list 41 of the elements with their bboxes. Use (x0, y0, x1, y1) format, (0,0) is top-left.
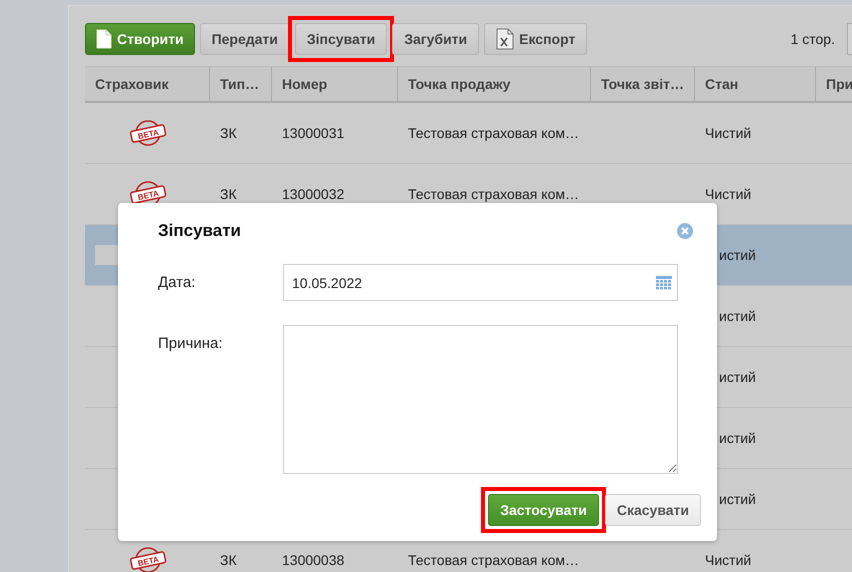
calendar-icon[interactable] (656, 276, 672, 290)
document-icon (96, 29, 112, 49)
field-label: Причина: (158, 334, 224, 354)
table-cell-text: Чистий (704, 125, 752, 141)
table-cell-text: ЗК (219, 125, 238, 141)
table-cell-text: истий (718, 369, 757, 385)
table-cell-text: истий (718, 491, 757, 507)
table-cell-text: Чистий (704, 552, 752, 568)
close-icon[interactable] (677, 223, 693, 239)
spreadsheet-icon (496, 28, 514, 50)
column-header[interactable]: Тип… (210, 67, 272, 101)
table-cell-text: Чистий (704, 186, 752, 202)
apply-button[interactable]: Застосувати (488, 494, 599, 526)
column-header[interactable]: При (816, 67, 852, 101)
table-cell-text: 13000032 (281, 186, 346, 202)
table-cell-text: Тестовая страховая ком… (407, 186, 580, 202)
cancel-button[interactable]: Скасувати (604, 494, 701, 526)
table-row[interactable]: BETA ЗК 13000031 Тестовая страховая ком… Чистий (85, 103, 852, 164)
export-button[interactable]: Експорт (484, 23, 588, 55)
create-button[interactable]: Створити (85, 23, 195, 55)
table-cell-text: истий (718, 308, 757, 324)
table-cell-text: Тестовая страховая ком… (407, 125, 580, 141)
table-cell-text: ЗК (219, 552, 238, 568)
table-cell-text: Тестовая страховая ком… (407, 552, 580, 568)
column-header[interactable]: Страховик (85, 67, 210, 101)
column-header[interactable]: Номер (272, 67, 398, 101)
toolbar-button[interactable]: Зіпсувати (294, 23, 388, 55)
table-cell-text: ЗК (219, 186, 238, 202)
column-header[interactable]: Точка продажу (398, 67, 591, 101)
table-cell-text: истий (718, 430, 757, 446)
date-field[interactable]: 10.05.2022 (283, 264, 678, 301)
table-cell-text: 13000031 (281, 125, 346, 141)
column-header[interactable]: Точка звіт… (591, 67, 695, 101)
table-cell-text: 13000038 (281, 552, 346, 568)
column-header[interactable]: Стан (695, 67, 816, 101)
table-cell-text: истий (718, 247, 757, 263)
toolbar-button[interactable]: Загубити (392, 23, 480, 55)
field-label: Дата: (158, 273, 196, 293)
page-count: 1 стор. (790, 31, 835, 47)
toolbar-button[interactable]: Передати (200, 23, 290, 55)
reason-field[interactable] (283, 325, 678, 474)
